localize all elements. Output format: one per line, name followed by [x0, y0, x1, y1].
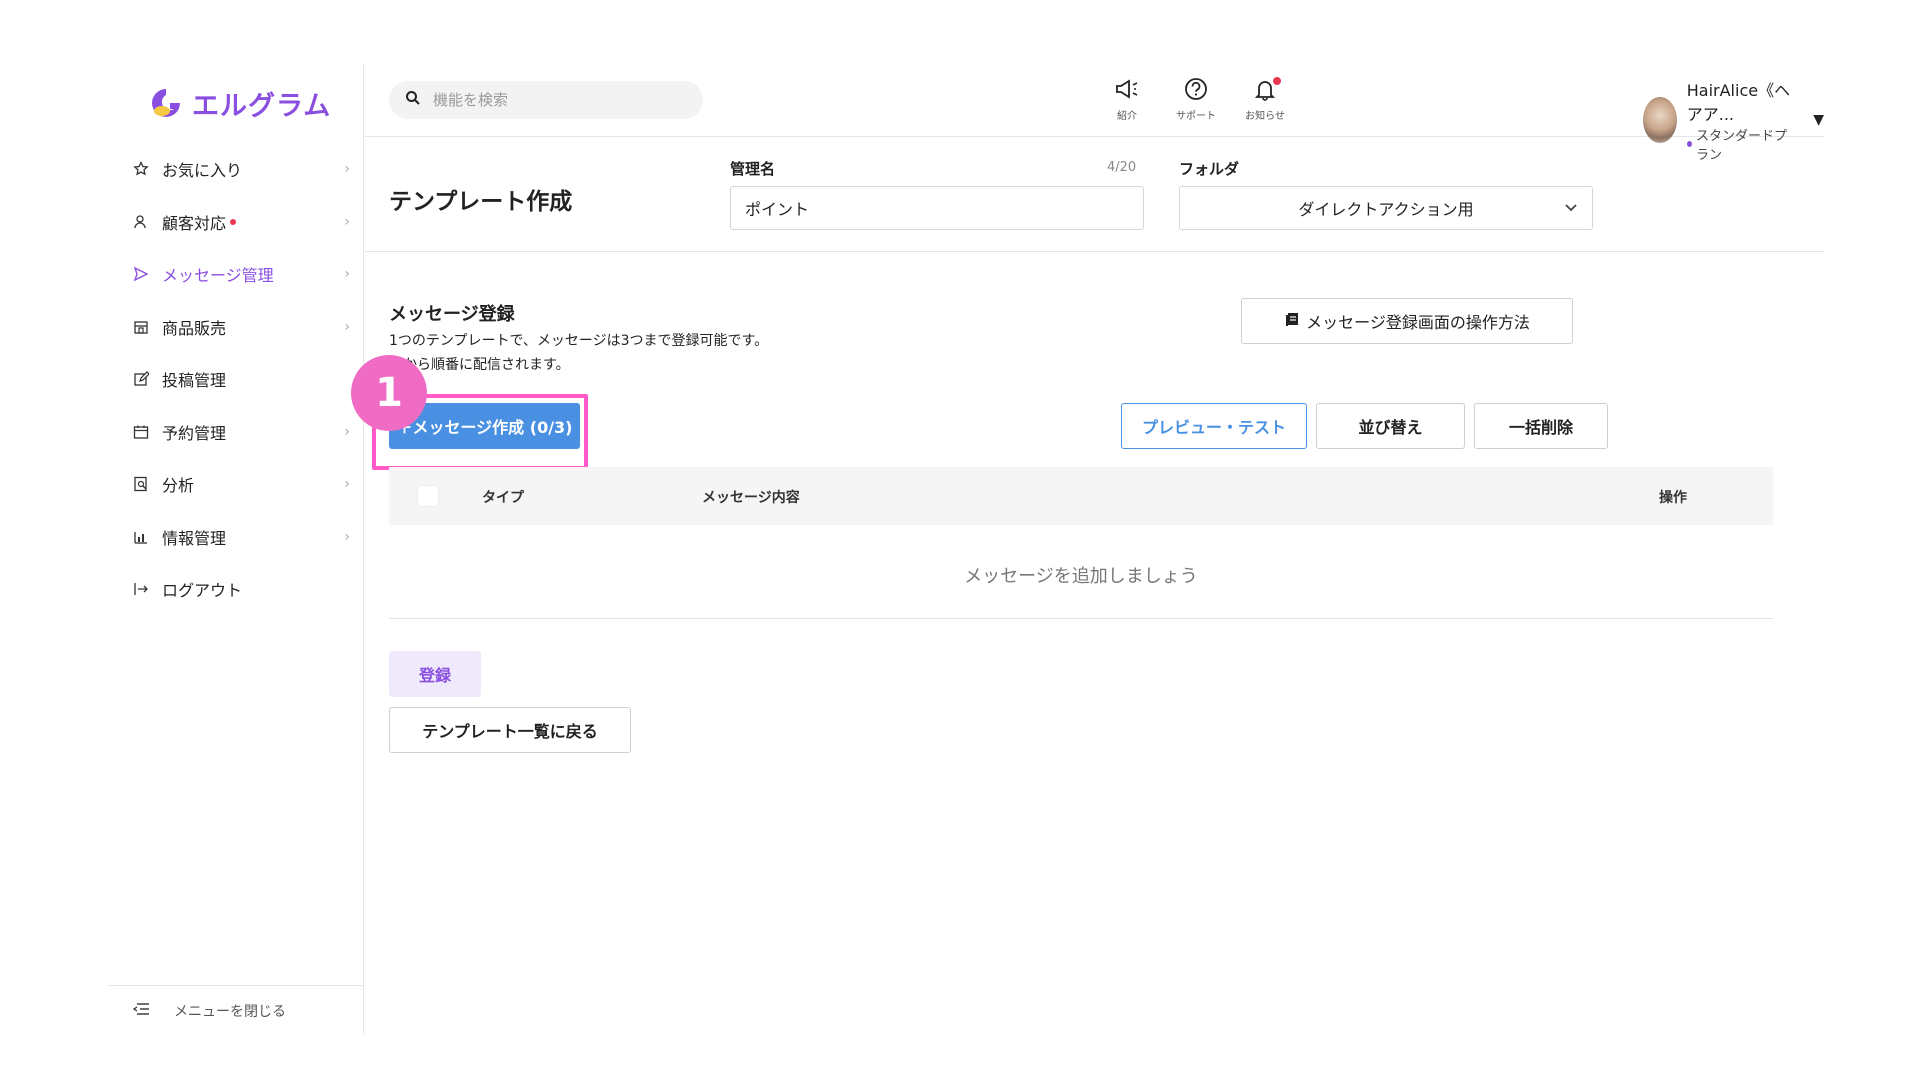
folder-selected-value: ダイレクトアクション用 — [1298, 200, 1474, 219]
sidebar-item-label: 商品販売 — [162, 318, 227, 338]
notifications-label: お知らせ — [1245, 111, 1285, 122]
preview-test-button[interactable]: プレビュー・テスト — [1121, 403, 1307, 449]
folder-field-label: フォルダ — [1179, 160, 1240, 178]
calendar-icon — [132, 423, 150, 441]
notification-dot — [1273, 77, 1281, 85]
register-button[interactable]: 登録 — [389, 651, 481, 697]
name-field-label: 管理名 — [730, 160, 776, 178]
megaphone-icon — [1113, 79, 1141, 105]
sidebar-item-label: 分析 — [162, 476, 195, 496]
section-description-1: 1つのテンプレートで、メッセージは3つまで登録可能です。 — [389, 333, 769, 349]
user-icon — [132, 213, 150, 231]
chevron-right-icon: › — [344, 528, 350, 545]
chevron-right-icon: › — [344, 213, 350, 230]
preview-test-label: プレビュー・テスト — [1141, 418, 1286, 437]
notifications-button[interactable]: お知らせ — [1235, 77, 1295, 122]
sidebar-nav: お気に入り › 顧客対応 › メッセージ管理 › 商品販売 › 投稿管理 予約管… — [108, 143, 364, 616]
sidebar-item-info[interactable]: 情報管理 › — [108, 511, 364, 564]
edit-icon — [132, 370, 150, 388]
chevron-right-icon: › — [344, 476, 350, 492]
logo-mark-icon — [152, 89, 180, 117]
name-char-counter: 4/20 — [1107, 160, 1137, 175]
sidebar-item-label: お気に入り — [162, 161, 243, 181]
template-header: テンプレート作成 管理名 4/20 フォルダ ダイレクトアクション用 — [365, 138, 1824, 252]
search-icon — [405, 90, 421, 110]
chevron-right-icon: › — [344, 318, 350, 335]
select-all-checkbox[interactable] — [417, 485, 439, 507]
register-label: 登録 — [418, 666, 451, 685]
sort-button[interactable]: 並び替え — [1316, 403, 1465, 449]
avatar — [1643, 97, 1677, 143]
folder-select[interactable]: ダイレクトアクション用 — [1179, 186, 1593, 230]
chevron-down-icon — [1564, 199, 1578, 218]
operation-guide-button[interactable]: メッセージ登録画面の操作方法 — [1241, 298, 1573, 344]
collapse-menu-icon — [132, 1001, 150, 1021]
sidebar-item-label: 投稿管理 — [162, 371, 227, 391]
bulk-delete-label: 一括削除 — [1508, 418, 1573, 437]
chevron-right-icon: › — [344, 423, 350, 440]
sidebar-item-sales[interactable]: 商品販売 › — [108, 301, 364, 354]
sort-label: 並び替え — [1358, 418, 1423, 437]
sidebar-item-messages[interactable]: メッセージ管理 › — [108, 248, 364, 301]
logout-icon — [132, 580, 150, 598]
sidebar-item-label: 顧客対応 — [162, 213, 227, 233]
search-input[interactable] — [433, 91, 673, 109]
bulk-delete-button[interactable]: 一括削除 — [1474, 403, 1608, 449]
sidebar-item-favorites[interactable]: お気に入り › — [108, 143, 364, 196]
sidebar-item-logout[interactable]: ログアウト — [108, 563, 364, 616]
help-icon — [1182, 78, 1210, 105]
page-title: テンプレート作成 — [389, 189, 573, 215]
table-divider — [389, 618, 1773, 619]
empty-state-message: メッセージを追加しましょう — [964, 566, 1198, 587]
notification-dot — [230, 218, 237, 225]
sidebar-item-label: 情報管理 — [162, 528, 227, 548]
logo-text: エルグラム — [192, 90, 332, 122]
star-icon — [132, 160, 150, 178]
annotation-step-badge: 1 — [351, 355, 427, 431]
referral-label: 紹介 — [1117, 111, 1137, 122]
report-icon — [132, 475, 150, 493]
app-window: エルグラム お気に入り › 顧客対応 › メッセージ管理 › 商品販売 › 投稿… — [108, 65, 1824, 1035]
user-name: HairAlice《ヘアア... — [1686, 81, 1791, 124]
back-to-list-button[interactable]: テンプレート一覧に戻る — [389, 707, 631, 753]
column-content: メッセージ内容 — [702, 490, 800, 506]
send-icon — [132, 265, 150, 283]
shop-icon — [132, 318, 150, 336]
chart-icon — [132, 528, 150, 546]
close-menu-label: メニューを閉じる — [174, 1003, 286, 1020]
sidebar-item-reservations[interactable]: 予約管理 › — [108, 406, 364, 459]
logo[interactable]: エルグラム — [148, 83, 331, 123]
operation-guide-label: メッセージ登録画面の操作方法 — [1306, 313, 1530, 332]
sidebar-item-label: 予約管理 — [162, 423, 227, 443]
book-icon — [1284, 311, 1300, 331]
message-table-header: タイプ メッセージ内容 操作 — [389, 467, 1773, 525]
column-type: タイプ — [482, 490, 524, 506]
template-name-input[interactable] — [730, 186, 1144, 230]
sidebar-item-analytics[interactable]: 分析 › — [108, 458, 364, 511]
column-action: 操作 — [1659, 490, 1687, 506]
chevron-right-icon: › — [344, 266, 350, 282]
close-menu-button[interactable]: メニューを閉じる — [108, 985, 364, 1035]
bell-icon — [1251, 81, 1279, 105]
support-button[interactable]: サポート — [1166, 77, 1226, 122]
search-box[interactable] — [389, 81, 703, 119]
sidebar-item-label: ログアウト — [162, 581, 243, 601]
chevron-right-icon: › — [344, 161, 350, 177]
section-title: メッセージ登録 — [389, 304, 515, 325]
top-header: 紹介 サポート お知らせ HairAlice《ヘアア... スタンダードプラン — [365, 65, 1824, 163]
sidebar: エルグラム お気に入り › 顧客対応 › メッセージ管理 › 商品販売 › 投稿… — [108, 65, 364, 1035]
support-label: サポート — [1176, 111, 1216, 122]
back-to-list-label: テンプレート一覧に戻る — [422, 722, 598, 741]
sidebar-item-posts[interactable]: 投稿管理 — [108, 353, 364, 406]
referral-button[interactable]: 紹介 — [1097, 77, 1157, 122]
caret-down-icon: ▼ — [1813, 112, 1824, 128]
sidebar-item-customers[interactable]: 顧客対応 › — [108, 196, 364, 249]
sidebar-item-label: メッセージ管理 — [162, 266, 274, 286]
